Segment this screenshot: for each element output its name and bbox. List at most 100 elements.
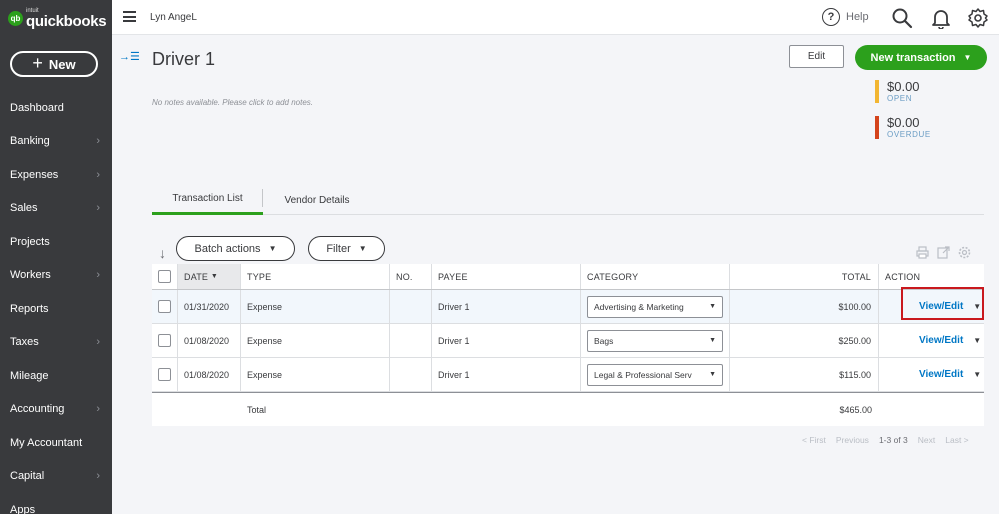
filter-button[interactable]: Filter ▼ (308, 236, 385, 261)
sidebar-item-mileage[interactable]: Mileage (0, 359, 112, 393)
cell-category: Advertising & Marketing ▼ (581, 290, 730, 323)
main-content: →☰ Driver 1 No notes available. Please c… (112, 35, 999, 514)
table-total-row: Total $465.00 (152, 392, 984, 426)
sidebar-item-capital[interactable]: Capital › (0, 460, 112, 494)
header-category[interactable]: CATEGORY (581, 264, 730, 289)
chevron-right-icon: › (96, 202, 100, 215)
sidebar-item-expenses[interactable]: Expenses › (0, 158, 112, 192)
pager-last[interactable]: Last > (945, 435, 968, 445)
view-edit-link[interactable]: View/Edit (919, 335, 963, 346)
row-checkbox[interactable] (158, 334, 171, 347)
header-total[interactable]: TOTAL (730, 264, 879, 289)
chevron-right-icon: › (96, 470, 100, 483)
logo-name-text: quickbooks (26, 13, 107, 30)
pager-range: 1-3 of 3 (878, 435, 908, 445)
cell-category: Bags ▼ (581, 324, 730, 357)
quickbooks-logo[interactable]: qb intuit quickbooks (8, 8, 107, 30)
cell-type: Expense (241, 290, 390, 323)
pager-next[interactable]: Next (918, 435, 935, 445)
export-icon[interactable] (937, 246, 950, 259)
settings-icon[interactable] (958, 246, 971, 259)
sort-arrow-icon[interactable]: ↓ (159, 245, 166, 261)
chevron-right-icon: › (96, 168, 100, 181)
row-select-cell (152, 290, 178, 323)
category-dropdown[interactable]: Advertising & Marketing ▼ (587, 295, 723, 318)
sidebar-item-workers[interactable]: Workers › (0, 259, 112, 293)
sidebar-item-my-accountant[interactable]: My Accountant (0, 426, 112, 460)
sidebar-item-label: Reports (10, 302, 49, 315)
row-checkbox[interactable] (158, 368, 171, 381)
help-button[interactable]: ? Help (822, 8, 869, 26)
new-transaction-label: New transaction (870, 51, 956, 64)
header-date[interactable]: DATE ▼ (178, 264, 241, 289)
cell-no (390, 290, 432, 323)
tab-transaction-list[interactable]: Transaction List (152, 185, 263, 215)
new-transaction-button[interactable]: New transaction ▼ (855, 45, 987, 70)
table-tools (916, 246, 971, 259)
sidebar-item-apps[interactable]: Apps (0, 493, 112, 514)
sidebar-item-taxes[interactable]: Taxes › (0, 326, 112, 360)
table-row[interactable]: 01/08/2020 Expense Driver 1 Legal & Prof… (152, 358, 984, 392)
caret-down-icon[interactable]: ▼ (973, 370, 981, 379)
search-icon[interactable] (891, 7, 913, 29)
category-value: Bags (594, 335, 614, 346)
cell-category: Legal & Professional Serv ▼ (581, 358, 730, 391)
row-checkbox[interactable] (158, 300, 171, 313)
header-payee[interactable]: PAYEE (432, 264, 581, 289)
cell-no (390, 324, 432, 357)
cell-payee: Driver 1 (432, 290, 581, 323)
gear-icon[interactable] (967, 7, 989, 29)
cell-action: View/Edit ▼ (879, 324, 984, 357)
caret-down-icon: ▼ (709, 303, 716, 310)
sidebar-item-banking[interactable]: Banking › (0, 125, 112, 159)
print-icon[interactable] (916, 246, 929, 259)
cell-type: Expense (241, 324, 390, 357)
sidebar-item-dashboard[interactable]: Dashboard (0, 91, 112, 125)
category-value: Legal & Professional Serv (594, 369, 692, 380)
caret-down-icon[interactable]: ▼ (973, 336, 981, 345)
filter-label: Filter (326, 242, 351, 255)
expand-panel-icon[interactable]: →☰ (119, 50, 140, 63)
sidebar-item-reports[interactable]: Reports (0, 292, 112, 326)
sidebar-item-projects[interactable]: Projects (0, 225, 112, 259)
sidebar-item-label: Expenses (10, 168, 59, 181)
batch-actions-button[interactable]: Batch actions ▼ (176, 236, 295, 261)
sidebar-item-label: Banking (10, 135, 50, 148)
overdue-label: OVERDUE (887, 130, 931, 139)
total-label: Total (247, 404, 267, 415)
header-action: ACTION (885, 271, 921, 282)
pager-previous[interactable]: Previous (836, 435, 869, 445)
select-all-checkbox[interactable] (158, 270, 171, 283)
sidebar-item-sales[interactable]: Sales › (0, 192, 112, 226)
transaction-table: DATE ▼ TYPE NO. PAYEE CATEGORY TOTAL ACT… (152, 264, 984, 426)
view-edit-link[interactable]: View/Edit (919, 369, 963, 380)
table-header-row: DATE ▼ TYPE NO. PAYEE CATEGORY TOTAL ACT… (152, 264, 984, 290)
sidebar-item-label: Apps (10, 503, 36, 514)
table-row[interactable]: 01/31/2020 Expense Driver 1 Advertising … (152, 287, 984, 324)
edit-button[interactable]: Edit (789, 45, 844, 68)
sort-desc-icon: ▼ (210, 273, 218, 280)
tab-vendor-details[interactable]: Vendor Details (270, 185, 364, 215)
open-status-bar (875, 80, 879, 103)
new-button[interactable]: + New (10, 51, 98, 77)
sidebar-item-label: Workers (10, 269, 51, 282)
sidebar-item-label: Capital (10, 470, 45, 483)
table-row[interactable]: 01/08/2020 Expense Driver 1 Bags ▼ $250.0… (152, 324, 984, 358)
sidebar-item-label: Sales (10, 202, 38, 215)
category-dropdown[interactable]: Bags ▼ (587, 329, 723, 352)
sidebar-item-accounting[interactable]: Accounting › (0, 393, 112, 427)
header-no[interactable]: NO. (390, 264, 432, 289)
row-select-cell (152, 358, 178, 391)
open-label: OPEN (887, 94, 913, 103)
bell-icon[interactable] (930, 7, 952, 29)
pager-first[interactable]: < First (802, 435, 826, 445)
sidebar-item-label: My Accountant (10, 436, 83, 449)
category-dropdown[interactable]: Legal & Professional Serv ▼ (587, 363, 723, 386)
hamburger-menu-icon[interactable] (123, 11, 136, 22)
sidebar-item-label: Dashboard (10, 101, 64, 114)
cell-payee: Driver 1 (432, 358, 581, 391)
company-name: Lyn AngeL (150, 12, 197, 23)
header-type[interactable]: TYPE (241, 264, 390, 289)
vendor-notes[interactable]: No notes available. Please click to add … (152, 98, 313, 107)
chevron-right-icon: › (96, 336, 100, 349)
